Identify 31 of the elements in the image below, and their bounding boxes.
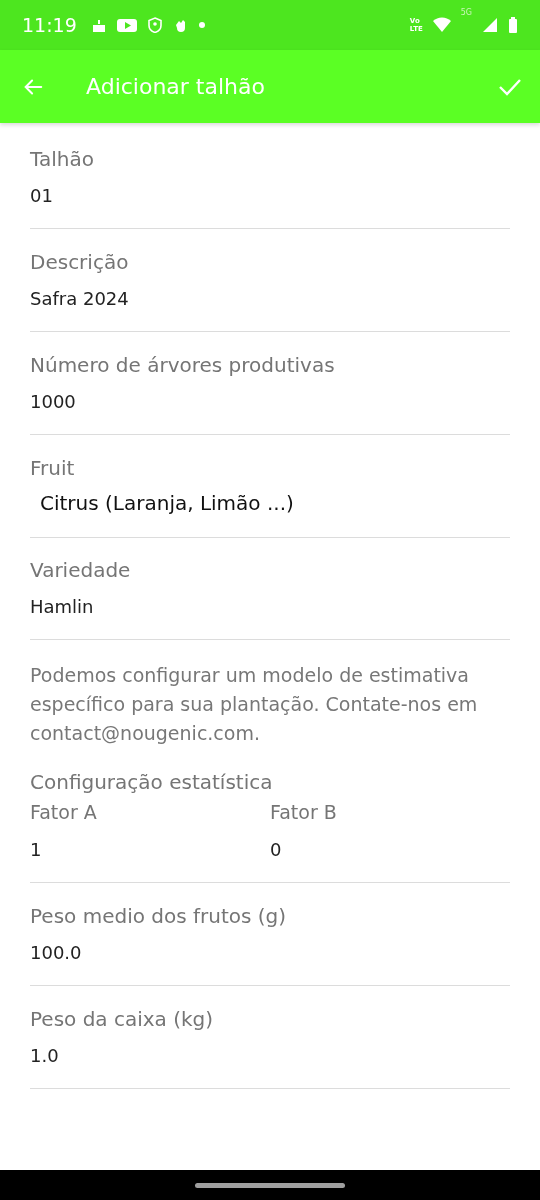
field-label: Fator B — [270, 800, 338, 824]
section-label: Configuração estatística — [30, 770, 274, 794]
input-field[interactable]: Safra 2024 — [30, 287, 510, 311]
input-field[interactable]: Hamlin — [30, 595, 510, 619]
shield-icon — [146, 17, 163, 33]
field-label: Descrição — [30, 250, 130, 274]
field-label: Talhão — [30, 147, 95, 171]
input-field[interactable]: 100.0 — [30, 941, 510, 965]
fruit-dropdown[interactable]: Citrus (Laranja, Limão ...) — [30, 488, 510, 521]
field-label: Peso medio dos frutos (g) — [30, 904, 288, 928]
field-label: Número de árvores produtivas — [30, 353, 336, 377]
field-label: Fruit — [30, 456, 76, 480]
field-label: Fator A — [30, 800, 98, 824]
wifi-icon — [432, 17, 451, 33]
status-time: 11:19 — [22, 14, 77, 36]
input-field[interactable]: 0 — [270, 838, 510, 862]
video-play-icon — [116, 17, 137, 33]
input-field[interactable]: 1 — [30, 838, 270, 862]
cake-icon — [90, 17, 107, 33]
signal-icon — [482, 17, 498, 33]
info-text: Podemos configurar um modelo de estimativa específico para sua plantação. Contate-nos em contact@nougenic.com. — [30, 663, 479, 746]
input-field[interactable]: 1.0 — [30, 1044, 510, 1068]
network-type: 5G — [460, 8, 472, 17]
field-label: Variedade — [30, 558, 132, 582]
home-indicator[interactable] — [195, 1182, 345, 1188]
input-field[interactable]: 1000 — [30, 390, 510, 414]
screen-title: Adicionar talhão — [86, 74, 266, 99]
field-label: Peso da caixa (kg) — [30, 1007, 215, 1031]
battery-icon — [508, 17, 518, 33]
input-field[interactable]: 01 — [30, 184, 510, 208]
notification-dot-icon — [198, 22, 205, 28]
